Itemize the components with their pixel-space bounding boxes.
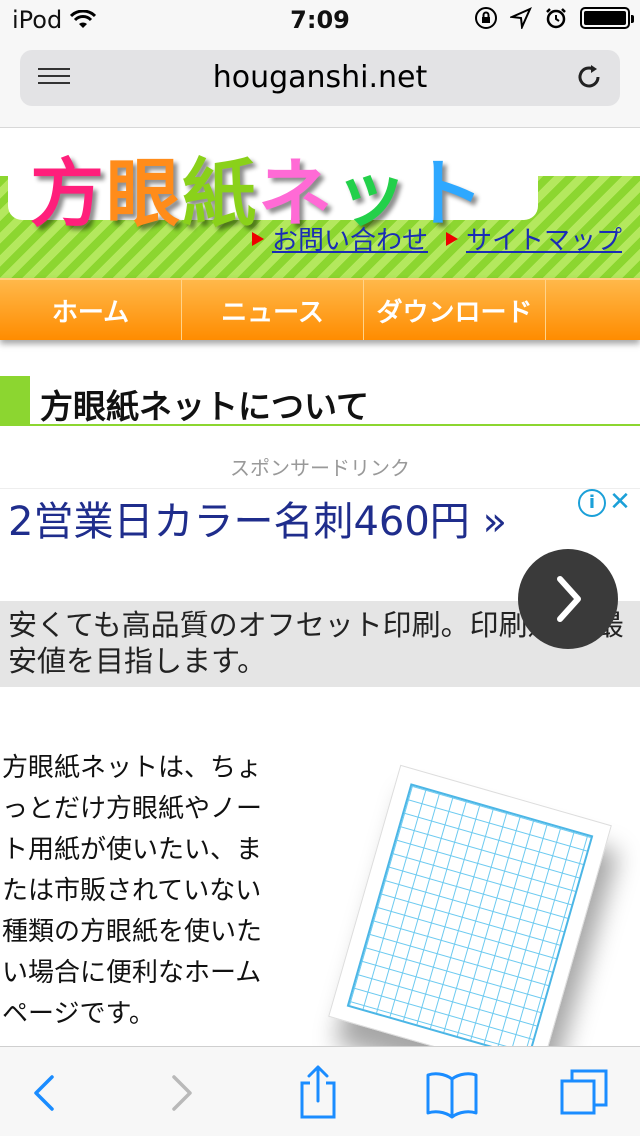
share-icon[interactable] [288, 1063, 348, 1123]
status-right [474, 6, 634, 30]
graph-paper-grid [346, 783, 594, 1059]
arrow-bullet-icon [251, 231, 264, 246]
back-icon[interactable] [14, 1063, 74, 1123]
location-arrow-icon [510, 7, 532, 29]
safari-toolbar [0, 1046, 640, 1136]
bookmarks-icon[interactable] [422, 1063, 482, 1123]
ad-close-icon[interactable]: ✕ [606, 489, 634, 517]
nav-download[interactable]: ダウンロード [364, 280, 546, 340]
graph-paper-image [328, 764, 612, 1078]
arrow-bullet-icon [445, 231, 458, 246]
nav-more[interactable] [546, 280, 640, 340]
contact-link-label[interactable]: お問い合わせ [272, 220, 428, 257]
battery-icon [580, 7, 634, 29]
url-text[interactable]: houganshi.net [20, 60, 620, 95]
nav-home[interactable]: ホーム [0, 280, 182, 340]
reload-icon[interactable] [574, 62, 604, 92]
sponsored-label: スポンサードリンク [230, 456, 410, 480]
orientation-lock-icon [475, 7, 497, 29]
forward-icon[interactable] [152, 1063, 212, 1123]
alarm-icon [546, 8, 566, 29]
address-bar[interactable]: houganshi.net [20, 50, 620, 106]
section-heading: 方眼紙ネットについて [0, 376, 640, 426]
site-header: 方眼紙ネット お問い合わせ サイトマップ [0, 128, 640, 278]
ad-banner[interactable]: 2営業日カラー名刺460円 » i ✕ 安くても高品質のオフセット印刷。印刷通販… [0, 488, 640, 688]
chevron-right-icon [557, 576, 581, 622]
logo-char: 紙 [182, 151, 258, 237]
section-marker [0, 376, 30, 424]
ad-info-icon[interactable]: i [578, 489, 606, 517]
tabs-icon[interactable] [556, 1063, 616, 1123]
ad-next-button[interactable] [518, 549, 618, 649]
nav-news[interactable]: ニュース [182, 280, 364, 340]
intro-paragraph: 方眼紙ネットは、ちょっとだけ方眼紙やノート用紙が使いたい、または市販されていない… [2, 753, 263, 1029]
sitemap-link[interactable]: サイトマップ [445, 220, 622, 257]
status-bar: iPod 7:09 [0, 0, 640, 40]
browser-address-area: houganshi.net [0, 40, 640, 128]
logo-char: 方 [30, 151, 106, 237]
section-title: 方眼紙ネットについて [40, 387, 370, 426]
header-links: お問い合わせ サイトマップ [251, 220, 622, 257]
ad-headline[interactable]: 2営業日カラー名刺460円 » [8, 497, 538, 547]
logo-char: 眼 [106, 151, 182, 237]
contact-link[interactable]: お問い合わせ [251, 220, 428, 257]
sitemap-link-label[interactable]: サイトマップ [466, 220, 622, 257]
main-nav: ホーム ニュース ダウンロード [0, 278, 640, 340]
